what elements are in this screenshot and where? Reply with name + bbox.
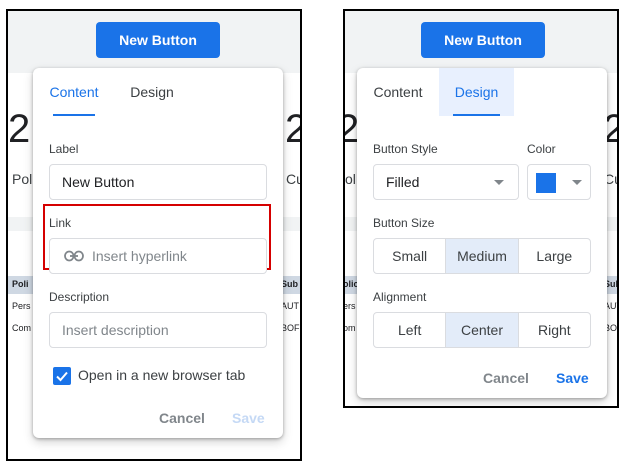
table-cell: om	[343, 323, 356, 333]
design-panel-screenshot: New Button 2 2 ol Cus olic Sub ers AUT o…	[343, 9, 619, 408]
content-panel-screenshot: New Button 2 2 Pol Cu Poli Sub Pers AUT …	[6, 9, 302, 461]
color-picker[interactable]	[527, 164, 591, 200]
color-label: Color	[527, 142, 556, 156]
background-stat-label: ol	[345, 171, 356, 187]
link-icon	[64, 250, 84, 262]
button-style-value: Filled	[386, 174, 420, 190]
button-settings-dialog: Content Design Button Style Filled Color…	[357, 68, 607, 398]
table-cell: BOF	[281, 323, 300, 333]
check-icon	[56, 371, 68, 382]
tab-label: Design	[454, 84, 499, 100]
save-button[interactable]: Save	[232, 410, 265, 426]
table-header-cell: Poli	[12, 279, 29, 289]
button-size-segmented-control: Small Medium Large	[373, 238, 591, 274]
link-field-label: Link	[49, 216, 72, 230]
size-option-medium[interactable]: Medium	[446, 239, 519, 273]
tab-design[interactable]: Design	[439, 68, 514, 116]
table-cell: ers	[343, 301, 356, 311]
tab-design[interactable]: Design	[119, 68, 185, 116]
background-stat-value: 2	[8, 107, 31, 151]
open-new-tab-label: Open in a new browser tab	[78, 367, 246, 383]
align-option-right[interactable]: Right	[519, 313, 590, 347]
button-settings-dialog: Content Design Label New Button Link Ins…	[33, 68, 283, 438]
label-field-label: Label	[49, 142, 79, 156]
tab-indicator	[453, 114, 500, 116]
new-button[interactable]: New Button	[96, 22, 220, 58]
table-cell: AUT	[281, 301, 299, 311]
chevron-down-icon	[494, 180, 504, 185]
size-option-small[interactable]: Small	[374, 239, 447, 273]
link-input[interactable]: Insert hyperlink	[49, 238, 267, 274]
alignment-label: Alignment	[373, 290, 427, 304]
description-input[interactable]: Insert description	[49, 312, 267, 348]
table-cell: Com	[12, 323, 32, 333]
cancel-button[interactable]: Cancel	[159, 410, 205, 426]
tab-label: Content	[49, 84, 99, 100]
size-option-large[interactable]: Large	[519, 239, 590, 273]
tab-label: Content	[373, 84, 423, 100]
alignment-segmented-control: Left Center Right	[373, 312, 591, 348]
link-placeholder: Insert hyperlink	[92, 248, 187, 264]
table-header-cell: Sub	[281, 279, 298, 289]
background-stat-value: 2	[285, 107, 300, 152]
tab-content[interactable]: Content	[369, 68, 427, 116]
background-stat-label: Cu	[286, 171, 300, 187]
cancel-button[interactable]: Cancel	[483, 370, 529, 386]
align-option-center[interactable]: Center	[446, 313, 519, 347]
tab-content[interactable]: Content	[43, 68, 105, 116]
button-style-label: Button Style	[373, 142, 438, 156]
button-size-label: Button Size	[373, 216, 435, 230]
align-option-left[interactable]: Left	[374, 313, 447, 347]
new-button[interactable]: New Button	[421, 22, 545, 58]
chevron-down-icon	[572, 180, 582, 185]
color-swatch	[536, 173, 556, 193]
open-new-tab-checkbox[interactable]	[53, 367, 71, 385]
button-style-select[interactable]: Filled	[373, 164, 519, 200]
background-stat-label: Pol	[12, 171, 33, 187]
tab-label: Design	[130, 84, 174, 100]
label-input[interactable]: New Button	[49, 164, 267, 200]
tab-indicator	[53, 114, 95, 116]
description-field-label: Description	[49, 290, 110, 304]
table-cell: Pers	[12, 301, 31, 311]
save-button[interactable]: Save	[556, 370, 589, 386]
